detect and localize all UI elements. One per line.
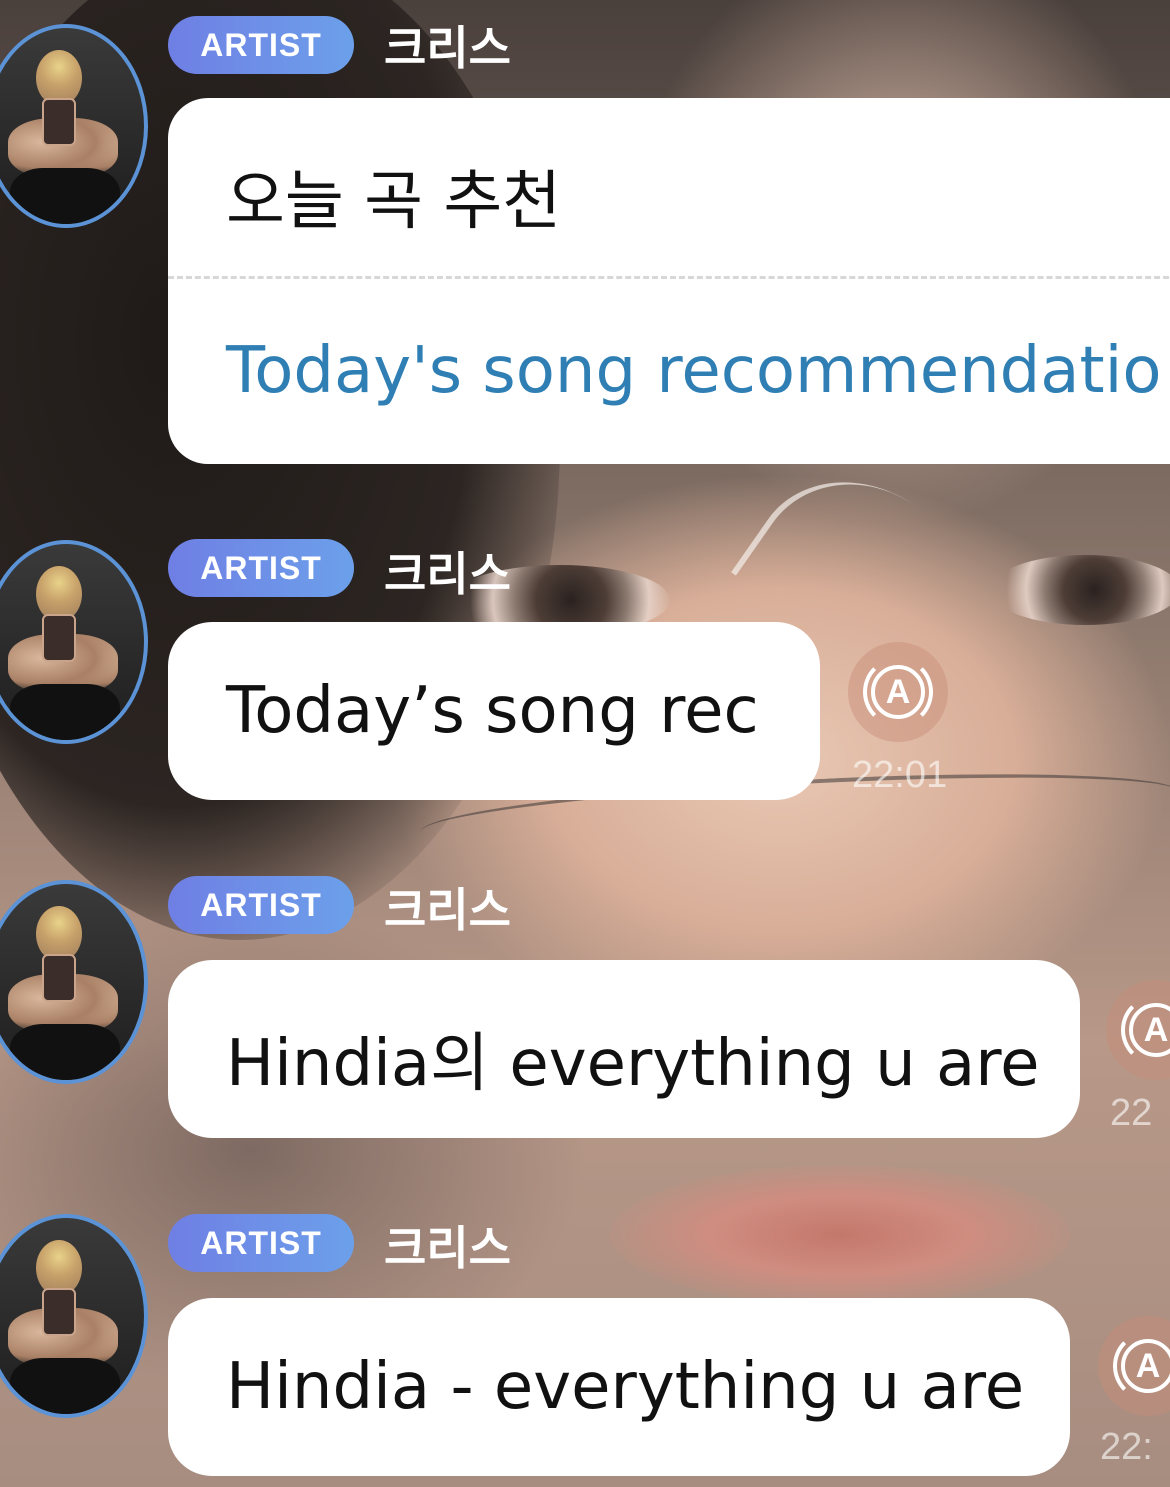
translate-icon: A xyxy=(1113,1331,1170,1401)
message-time: 22:01 xyxy=(852,754,948,796)
artist-badge: ARTIST xyxy=(168,876,354,934)
sender-name: 크리스 xyxy=(384,883,511,937)
translation-text: Today's song recommendatio xyxy=(226,334,1162,408)
bg-eye-right xyxy=(990,555,1170,625)
message-text: 오늘 곡 추천 xyxy=(226,165,562,239)
artist-badge: ARTIST xyxy=(168,16,354,74)
translate-icon: A xyxy=(863,657,933,727)
message-bubble[interactable]: Today’s song rec xyxy=(168,622,820,800)
message-time: 22: xyxy=(1100,1426,1153,1468)
message-bubble[interactable]: 오늘 곡 추천 Today's song recommendatio xyxy=(168,98,1170,464)
translate-button[interactable]: A xyxy=(848,642,948,742)
message-bubble[interactable]: Hindia - everything u are xyxy=(168,1298,1070,1476)
message-text: Hindia의 everything u are xyxy=(226,1027,1040,1101)
sender-name: 크리스 xyxy=(384,547,511,601)
translate-icon: A xyxy=(1121,995,1170,1065)
bg-lips xyxy=(610,1165,1070,1305)
message-bubble[interactable]: Hindia의 everything u are xyxy=(168,960,1080,1138)
message-time: 22 xyxy=(1110,1092,1153,1134)
artist-badge: ARTIST xyxy=(168,1214,354,1272)
translation-divider xyxy=(168,276,1170,279)
sender-name: 크리스 xyxy=(384,1221,511,1275)
message-text: Hindia - everything u are xyxy=(226,1350,1025,1424)
message-text: Today’s song rec xyxy=(226,674,759,748)
sender-name: 크리스 xyxy=(384,21,511,75)
artist-badge: ARTIST xyxy=(168,539,354,597)
